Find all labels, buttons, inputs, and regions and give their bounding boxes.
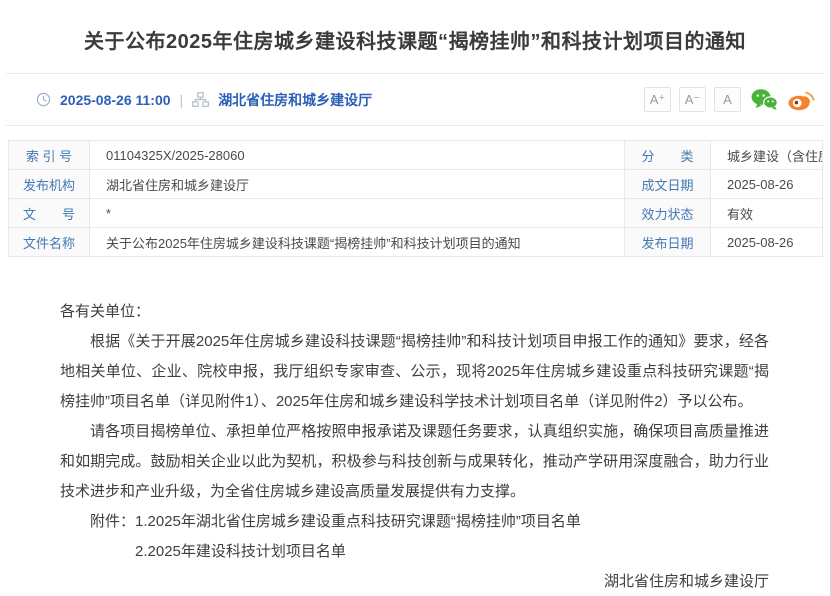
title-bar: 关于公布2025年住房城乡建设科技课题“揭榜挂帅”和科技计划项目的通知 (0, 0, 830, 73)
weibo-share-icon[interactable] (788, 88, 816, 111)
document-page: 关于公布2025年住房城乡建设科技课题“揭榜挂帅”和科技计划项目的通知 2025… (0, 0, 831, 596)
body-paragraph-2: 请各项目揭榜单位、承担单位严格按照申报承诺及课题任务要求，认真组织实施，确保项目… (60, 417, 769, 507)
font-smaller-button[interactable]: A⁻ (679, 87, 706, 112)
table-row: 文件名称 关于公布2025年住房城乡建设科技课题“揭榜挂帅”和科技计划项目的通知… (9, 228, 823, 257)
index-number-value: 01104325X/2025-28060 (90, 141, 625, 170)
document-metadata-table: 索 引 号 01104325X/2025-28060 分 类 城乡建设（含住房）… (8, 140, 823, 257)
validity-label: 效力状态 (625, 199, 711, 228)
table-row: 索 引 号 01104325X/2025-28060 分 类 城乡建设（含住房） (9, 141, 823, 170)
written-date-value: 2025-08-26 (711, 170, 823, 199)
document-body: 各有关单位： 根据《关于开展2025年住房城乡建设科技课题“揭榜挂帅”和科技计划… (0, 257, 830, 596)
attachment-line-2: 2.2025年建设科技计划项目名单 (135, 537, 769, 567)
publish-date-label: 发布日期 (625, 228, 711, 257)
meta-info: 2025-08-26 11:00 | 湖北省住房和城乡建设厅 (36, 90, 372, 110)
issuing-agency-value: 湖北省住房和城乡建设厅 (90, 170, 625, 199)
doc-title-value: 关于公布2025年住房城乡建设科技课题“揭榜挂帅”和科技计划项目的通知 (90, 228, 625, 257)
signature-department: 湖北省住房和城乡建设厅 (60, 567, 769, 596)
validity-value: 有效 (711, 199, 823, 228)
org-icon (192, 92, 209, 107)
doc-number-label: 文 号 (9, 199, 90, 228)
doc-number-value: * (90, 199, 625, 228)
page-title: 关于公布2025年住房城乡建设科技课题“揭榜挂帅”和科技计划项目的通知 (84, 25, 746, 54)
font-larger-button[interactable]: A⁺ (644, 87, 671, 112)
attachment-line-1: 附件：1.2025年湖北省住房城乡建设重点科技研究课题“揭榜挂帅”项目名单 (90, 507, 769, 537)
body-paragraph-1: 根据《关于开展2025年住房城乡建设科技课题“揭榜挂帅”和科技计划项目申报工作的… (60, 327, 769, 417)
issuing-agency-label: 发布机构 (9, 170, 90, 199)
divider-meta (6, 125, 824, 126)
publish-date-value: 2025-08-26 (711, 228, 823, 257)
doc-title-label: 文件名称 (9, 228, 90, 257)
attachment-item-2: 2.2025年建设科技计划项目名单 (135, 543, 346, 560)
attachment-item-1: 1.2025年湖北省住房城乡建设重点科技研究课题“揭榜挂帅”项目名单 (135, 513, 581, 530)
wechat-share-icon[interactable] (751, 88, 778, 111)
table-row: 文 号 * 效力状态 有效 (9, 199, 823, 228)
source-department: 湖北省住房和城乡建设厅 (218, 90, 372, 110)
meta-separator: | (180, 92, 184, 108)
publish-time: 2025-08-26 11:00 (60, 92, 171, 108)
meta-bar: 2025-08-26 11:00 | 湖北省住房和城乡建设厅 A⁺ A⁻ A (0, 74, 830, 125)
salutation: 各有关单位： (60, 297, 769, 327)
clock-icon (36, 92, 51, 107)
table-row: 发布机构 湖北省住房和城乡建设厅 成文日期 2025-08-26 (9, 170, 823, 199)
category-value: 城乡建设（含住房） (711, 141, 823, 170)
attachment-label: 附件： (90, 513, 135, 530)
toolbar: A⁺ A⁻ A (644, 87, 816, 112)
index-number-label: 索 引 号 (9, 141, 90, 170)
category-label: 分 类 (625, 141, 711, 170)
written-date-label: 成文日期 (625, 170, 711, 199)
font-reset-button[interactable]: A (714, 87, 741, 112)
